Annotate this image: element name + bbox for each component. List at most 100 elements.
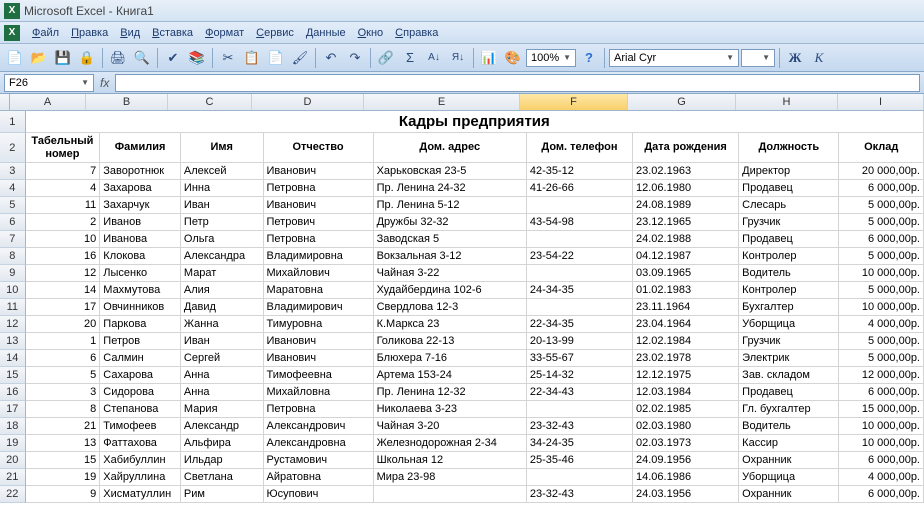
row-head[interactable]: 14 xyxy=(0,350,26,367)
cell-patronymic[interactable]: Михайлович xyxy=(264,265,374,282)
row-head[interactable]: 16 xyxy=(0,384,26,401)
cell-surname[interactable]: Захарчук xyxy=(100,197,181,214)
cell-name[interactable]: Жанна xyxy=(181,316,264,333)
cell-patronymic[interactable]: Александрович xyxy=(264,418,374,435)
redo-button[interactable]: ↷ xyxy=(344,47,366,69)
cell-num[interactable]: 12 xyxy=(26,265,101,282)
row-head[interactable]: 17 xyxy=(0,401,26,418)
cell-num[interactable]: 1 xyxy=(26,333,101,350)
select-all-corner[interactable] xyxy=(0,94,10,110)
cell-birthdate[interactable]: 12.06.1980 xyxy=(633,180,739,197)
menu-данные[interactable]: Данные xyxy=(300,25,352,41)
spreadsheet-grid[interactable]: ABCDEFGHI 1Кадры предприятия2Табельный н… xyxy=(0,94,924,503)
cell-birthdate[interactable]: 02.02.1985 xyxy=(633,401,739,418)
undo-button[interactable]: ↶ xyxy=(320,47,342,69)
cell-position[interactable]: Грузчик xyxy=(739,214,839,231)
cell-address[interactable]: Пр. Ленина 5-12 xyxy=(374,197,527,214)
drawing-button[interactable]: 🎨 xyxy=(502,47,524,69)
cell-num[interactable]: 14 xyxy=(26,282,101,299)
row-head[interactable]: 11 xyxy=(0,299,26,316)
cell-patronymic[interactable]: Рустамович xyxy=(264,452,374,469)
cut-button[interactable]: ✂ xyxy=(217,47,239,69)
cell-patronymic[interactable]: Иванович xyxy=(264,333,374,350)
header-cell[interactable]: Дом. адрес xyxy=(374,133,527,163)
cell-patronymic[interactable]: Михайловна xyxy=(264,384,374,401)
row-head[interactable]: 7 xyxy=(0,231,26,248)
cell-birthdate[interactable]: 23.11.1964 xyxy=(633,299,739,316)
cell-name[interactable]: Алия xyxy=(181,282,264,299)
row-head[interactable]: 15 xyxy=(0,367,26,384)
cell-phone[interactable] xyxy=(527,265,633,282)
formula-input[interactable] xyxy=(115,74,920,92)
col-head-D[interactable]: D xyxy=(252,94,364,110)
header-cell[interactable]: Отчество xyxy=(264,133,374,163)
header-cell[interactable]: Должность xyxy=(739,133,839,163)
cell-patronymic[interactable]: Петровна xyxy=(264,401,374,418)
cell-phone[interactable]: 20-13-99 xyxy=(527,333,633,350)
preview-button[interactable]: 🔍 xyxy=(131,47,153,69)
cell-birthdate[interactable]: 12.12.1975 xyxy=(633,367,739,384)
cell-address[interactable] xyxy=(374,486,527,503)
row-head[interactable]: 8 xyxy=(0,248,26,265)
fx-icon[interactable]: fx xyxy=(100,76,109,90)
cell-surname[interactable]: Сидорова xyxy=(100,384,181,401)
cell-position[interactable]: Электрик xyxy=(739,350,839,367)
cell-phone[interactable]: 25-14-32 xyxy=(527,367,633,384)
cell-birthdate[interactable]: 02.03.1973 xyxy=(633,435,739,452)
cell-phone[interactable]: 43-54-98 xyxy=(527,214,633,231)
row-head[interactable]: 19 xyxy=(0,435,26,452)
cell-phone[interactable]: 23-32-43 xyxy=(527,418,633,435)
cell-patronymic[interactable]: Иванович xyxy=(264,163,374,180)
cell-name[interactable]: Иван xyxy=(181,197,264,214)
cell-name[interactable]: Анна xyxy=(181,367,264,384)
cell-position[interactable]: Продавец xyxy=(739,384,839,401)
cell-address[interactable]: Железнодорожная 2-34 xyxy=(374,435,527,452)
cell-salary[interactable]: 10 000,00р. xyxy=(839,299,924,316)
cell-salary[interactable]: 6 000,00р. xyxy=(839,452,924,469)
cell-phone[interactable]: 33-55-67 xyxy=(527,350,633,367)
cell-name[interactable]: Сергей xyxy=(181,350,264,367)
header-cell[interactable]: Имя xyxy=(181,133,264,163)
col-head-E[interactable]: E xyxy=(364,94,520,110)
cell-name[interactable]: Ильдар xyxy=(181,452,264,469)
cell-position[interactable]: Грузчик xyxy=(739,333,839,350)
menu-правка[interactable]: Правка xyxy=(65,25,114,41)
cell-position[interactable]: Контролер xyxy=(739,248,839,265)
cell-address[interactable]: Свердлова 12-3 xyxy=(374,299,527,316)
cell-phone[interactable]: 23-32-43 xyxy=(527,486,633,503)
cell-phone[interactable] xyxy=(527,469,633,486)
cell-num[interactable]: 6 xyxy=(26,350,101,367)
cell-birthdate[interactable]: 24.08.1989 xyxy=(633,197,739,214)
cell-name[interactable]: Марат xyxy=(181,265,264,282)
cell-position[interactable]: Бухгалтер xyxy=(739,299,839,316)
cell-position[interactable]: Продавец xyxy=(739,231,839,248)
cell-name[interactable]: Александр xyxy=(181,418,264,435)
cell-address[interactable]: Пр. Ленина 12-32 xyxy=(374,384,527,401)
cell-name[interactable]: Мария xyxy=(181,401,264,418)
cell-birthdate[interactable]: 04.12.1987 xyxy=(633,248,739,265)
cell-birthdate[interactable]: 01.02.1983 xyxy=(633,282,739,299)
header-cell[interactable]: Дом. телефон xyxy=(527,133,633,163)
menu-формат[interactable]: Формат xyxy=(199,25,250,41)
chart-button[interactable]: 📊 xyxy=(478,47,500,69)
cell-name[interactable]: Ольга xyxy=(181,231,264,248)
cell-phone[interactable] xyxy=(527,231,633,248)
cell-birthdate[interactable]: 23.02.1978 xyxy=(633,350,739,367)
menu-вставка[interactable]: Вставка xyxy=(146,25,199,41)
row-head[interactable]: 22 xyxy=(0,486,26,503)
cell-name[interactable]: Рим xyxy=(181,486,264,503)
row-head[interactable]: 12 xyxy=(0,316,26,333)
cell-salary[interactable]: 20 000,00р. xyxy=(839,163,924,180)
cell-num[interactable]: 20 xyxy=(26,316,101,333)
hyperlink-button[interactable]: 🔗 xyxy=(375,47,397,69)
cell-name[interactable]: Алексей xyxy=(181,163,264,180)
cell-surname[interactable]: Иванов xyxy=(100,214,181,231)
cell-salary[interactable]: 6 000,00р. xyxy=(839,384,924,401)
cell-patronymic[interactable]: Александровна xyxy=(264,435,374,452)
menu-справка[interactable]: Справка xyxy=(389,25,444,41)
cell-name[interactable]: Давид xyxy=(181,299,264,316)
cell-salary[interactable]: 10 000,00р. xyxy=(839,265,924,282)
cell-address[interactable]: Голикова 22-13 xyxy=(374,333,527,350)
cell-surname[interactable]: Хайруллина xyxy=(100,469,181,486)
cell-num[interactable]: 19 xyxy=(26,469,101,486)
